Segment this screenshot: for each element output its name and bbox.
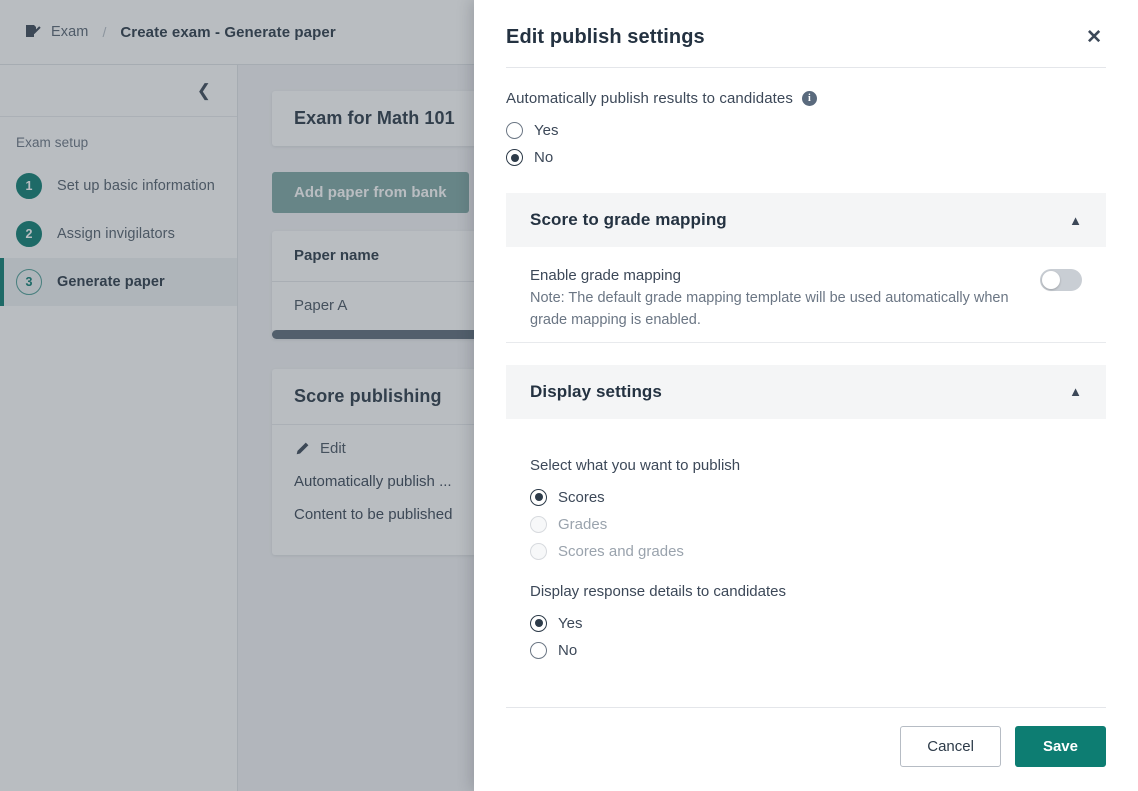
- radio-label: Yes: [534, 122, 559, 139]
- paper-table-column-header: Paper name: [294, 247, 380, 264]
- sidebar-step-generate-paper[interactable]: 3 Generate paper: [0, 258, 237, 306]
- pencil-icon: [294, 441, 310, 457]
- sidebar-step-label: Set up basic information: [57, 177, 215, 194]
- radio-button[interactable]: [506, 122, 523, 139]
- step-number-badge: 1: [16, 173, 42, 199]
- edit-publish-settings-panel: Edit publish settings ✕ Automatically pu…: [474, 0, 1138, 791]
- display-settings-header[interactable]: Display settings ▲: [506, 364, 1106, 419]
- exam-document-icon: [24, 23, 42, 41]
- scrollbar-thumb[interactable]: [272, 330, 487, 339]
- panel-header: Edit publish settings ✕: [474, 0, 1138, 67]
- step-number-badge: 3: [16, 269, 42, 295]
- breadcrumb-separator: /: [102, 24, 107, 40]
- score-to-grade-mapping-header[interactable]: Score to grade mapping ▲: [506, 193, 1106, 247]
- auto-publish-label-row: Automatically publish results to candida…: [506, 90, 1106, 107]
- info-icon[interactable]: i: [801, 91, 817, 106]
- auto-publish-label: Automatically publish results to candida…: [506, 90, 793, 107]
- auto-publish-option-no[interactable]: No: [506, 144, 1106, 171]
- response-details-label: Display response details to candidates: [530, 582, 786, 600]
- panel-footer: Cancel Save: [506, 707, 1106, 791]
- score-to-grade-mapping-section: Score to grade mapping ▲ Enable grade ma…: [506, 193, 1106, 343]
- save-button[interactable]: Save: [1014, 726, 1106, 767]
- score-to-grade-mapping-body: Enable grade mapping Note: The default g…: [506, 247, 1106, 343]
- radio-label: No: [534, 149, 554, 166]
- toggle-knob: [1042, 271, 1060, 289]
- chevron-up-icon[interactable]: ▲: [1069, 385, 1082, 398]
- radio-button[interactable]: [530, 641, 547, 659]
- cancel-button[interactable]: Cancel: [900, 726, 1001, 767]
- sidebar-section-title: Exam setup: [16, 135, 89, 150]
- panel-body: Automatically publish results to candida…: [474, 68, 1138, 707]
- breadcrumb-root-link[interactable]: Exam: [51, 24, 88, 40]
- close-icon[interactable]: ✕: [1082, 26, 1106, 49]
- publish-selection-label: Select what you want to publish: [530, 456, 741, 474]
- enable-grade-mapping-toggle[interactable]: [1040, 269, 1082, 291]
- sidebar-step-label: Generate paper: [57, 273, 165, 290]
- radio-button: [530, 515, 547, 533]
- radio-label: Scores and grades: [558, 542, 684, 560]
- sidebar-step-label: Assign invigilators: [57, 225, 175, 242]
- publish-option-scores[interactable]: Scores: [530, 484, 1082, 511]
- active-step-indicator: [0, 258, 4, 306]
- sidebar-step-set-up-basic-information[interactable]: 1 Set up basic information: [0, 162, 237, 210]
- response-details-field: Display response details to candidates Y…: [530, 565, 1082, 664]
- edit-label: Edit: [320, 440, 346, 457]
- breadcrumb-current-page: Create exam - Generate paper: [120, 23, 336, 41]
- exam-title: Exam for Math 101: [294, 108, 455, 128]
- chevron-up-icon[interactable]: ▲: [1069, 214, 1082, 227]
- publish-option-scores-and-grades: Scores and grades: [530, 538, 1082, 565]
- publish-option-grades: Grades: [530, 511, 1082, 538]
- radio-button: [530, 542, 547, 560]
- response-details-option-yes[interactable]: Yes: [530, 610, 1082, 637]
- add-paper-from-bank-button[interactable]: Add paper from bank: [272, 172, 469, 213]
- radio-button[interactable]: [530, 488, 547, 506]
- enable-grade-mapping-label: Enable grade mapping: [530, 267, 681, 284]
- radio-label: Scores: [558, 488, 605, 506]
- section-title: Display settings: [530, 381, 662, 401]
- display-settings-body: Select what you want to publish Scores G…: [506, 419, 1106, 674]
- publish-selection-field: Select what you want to publish Scores G…: [530, 439, 1082, 565]
- chevron-left-icon: ❮: [196, 81, 211, 100]
- radio-button[interactable]: [506, 149, 523, 166]
- sidebar-collapse-button[interactable]: ❮: [0, 65, 237, 117]
- radio-button[interactable]: [530, 614, 547, 632]
- radio-label: No: [558, 641, 578, 659]
- auto-publish-field: Automatically publish results to candida…: [506, 68, 1106, 171]
- radio-label: Yes: [558, 614, 583, 632]
- enable-grade-mapping-row: Enable grade mapping Note: The default g…: [530, 267, 1082, 332]
- grade-mapping-note: Note: The default grade mapping template…: [530, 290, 1009, 328]
- score-publishing-title: Score publishing: [294, 386, 442, 406]
- exam-setup-sidebar: ❮ Exam setup 1 Set up basic information …: [0, 65, 238, 791]
- section-title: Score to grade mapping: [530, 210, 727, 229]
- radio-label: Grades: [558, 515, 608, 533]
- auto-publish-option-yes[interactable]: Yes: [506, 117, 1106, 144]
- app-root: Exam / Create exam - Generate paper ❮ Ex…: [0, 0, 1138, 791]
- response-details-option-no[interactable]: No: [530, 637, 1082, 664]
- enable-grade-mapping-texts: Enable grade mapping Note: The default g…: [530, 267, 1020, 332]
- display-settings-section: Display settings ▲ Select what you want …: [506, 364, 1106, 674]
- panel-title: Edit publish settings: [506, 26, 705, 48]
- paper-name-cell: Paper A: [294, 297, 348, 314]
- step-number-badge: 2: [16, 221, 42, 247]
- sidebar-step-assign-invigilators[interactable]: 2 Assign invigilators: [0, 210, 237, 258]
